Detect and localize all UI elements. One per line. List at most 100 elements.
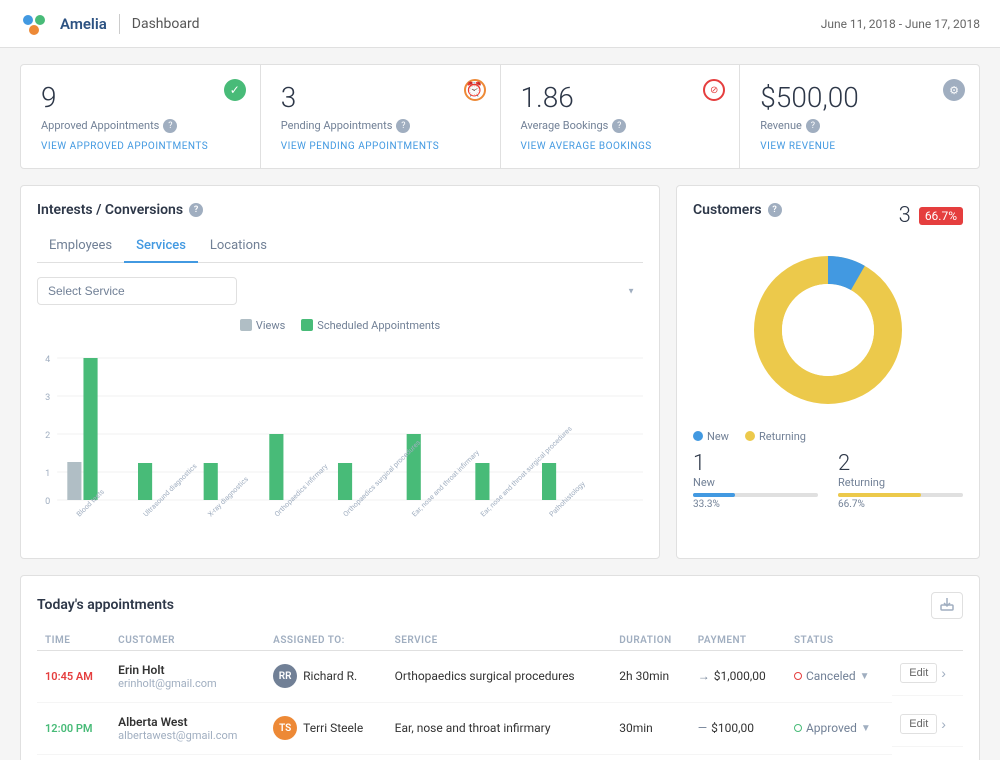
payment-icon: — xyxy=(698,721,707,735)
payment-value: $100,00 xyxy=(711,721,754,735)
select-arrow-icon xyxy=(627,285,635,296)
export-button[interactable] xyxy=(931,592,963,619)
returning-stat: 2 Returning 66.7% xyxy=(838,451,963,510)
pending-label: Pending Appointments ? xyxy=(281,119,480,133)
new-progress-bar xyxy=(693,493,818,497)
new-circle xyxy=(693,431,703,441)
returning-pct: 66.7% xyxy=(838,499,963,510)
returning-label: Returning xyxy=(838,476,963,489)
revenue-help-icon[interactable]: ? xyxy=(806,119,820,133)
returning-count: 2 xyxy=(838,451,963,476)
new-progress-fill xyxy=(693,493,735,497)
status-text: Approved xyxy=(806,721,857,735)
customer-cell: Erin Holt erinholt@gmail.com xyxy=(110,650,265,702)
assigned-avatar: TS xyxy=(273,716,297,740)
new-pct: 33.3% xyxy=(693,499,818,510)
service-select-wrapper: Select Service xyxy=(37,277,643,305)
new-label: New xyxy=(693,476,818,489)
col-customer: CUSTOMER xyxy=(110,631,265,651)
revenue-link[interactable]: VIEW REVENUE xyxy=(760,141,959,152)
col-time: TIME xyxy=(37,631,110,651)
bar-chart: 4 3 2 1 0 xyxy=(37,342,643,522)
customer-stats: 1 New 33.3% 2 Returning 66.7% xyxy=(693,451,963,510)
tab-services[interactable]: Services xyxy=(124,230,198,263)
status-cell: Canceled ▼ xyxy=(786,650,892,702)
interests-panel: Interests / Conversions ? Employees Serv… xyxy=(20,185,660,559)
assigned-name: Richard R. xyxy=(303,669,357,683)
col-assigned: ASSIGNED TO: xyxy=(265,631,387,651)
customer-name: Alberta West xyxy=(118,715,257,729)
service-select[interactable]: Select Service xyxy=(37,277,237,305)
actions-cell: Edit › xyxy=(892,702,963,747)
payment-cell: → $1,000,00 xyxy=(690,650,786,702)
appointments-table: TIME CUSTOMER ASSIGNED TO: SERVICE DURAT… xyxy=(37,631,963,755)
row-arrow-button[interactable]: › xyxy=(941,665,946,681)
assigned-cell: RR Richard R. xyxy=(265,650,387,702)
customer-email: erinholt@gmail.com xyxy=(118,677,257,690)
approved-help-icon[interactable]: ? xyxy=(163,119,177,133)
average-link[interactable]: VIEW AVERAGE BOOKINGS xyxy=(521,141,720,152)
scheduled-dot xyxy=(301,319,313,331)
svg-text:0: 0 xyxy=(45,497,50,507)
table-header: TIME CUSTOMER ASSIGNED TO: SERVICE DURAT… xyxy=(37,631,963,651)
returning-circle xyxy=(745,431,755,441)
amelia-logo xyxy=(20,10,48,38)
interests-title: Interests / Conversions ? xyxy=(37,202,643,218)
new-count: 1 xyxy=(693,451,818,476)
col-payment: PAYMENT xyxy=(690,631,786,651)
approved-icon: ✓ xyxy=(224,79,246,101)
revenue-label: Revenue ? xyxy=(760,119,959,133)
service-cell: Orthopaedics surgical procedures xyxy=(387,650,612,702)
assigned-wrapper: RR Richard R. xyxy=(273,664,379,688)
legend-views: Views xyxy=(240,319,285,332)
col-actions xyxy=(892,631,963,651)
returning-progress-fill xyxy=(838,493,921,497)
pending-link[interactable]: VIEW PENDING APPOINTMENTS xyxy=(281,141,480,152)
status-dot xyxy=(794,672,802,680)
status-dot xyxy=(794,724,802,732)
tab-employees[interactable]: Employees xyxy=(37,230,124,263)
interests-help-icon[interactable]: ? xyxy=(189,203,203,217)
assigned-avatar: RR xyxy=(273,664,297,688)
average-help-icon[interactable]: ? xyxy=(612,119,626,133)
approved-label: Approved Appointments ? xyxy=(41,119,240,133)
donut-chart xyxy=(738,240,918,420)
customers-help-icon[interactable]: ? xyxy=(768,203,782,217)
pending-appointments-stat: ⏰ 3 Pending Appointments ? VIEW PENDING … xyxy=(261,65,501,168)
tab-locations[interactable]: Locations xyxy=(198,230,279,263)
average-label: Average Bookings ? xyxy=(521,119,720,133)
table-row: 12:00 PM Alberta West albertawest@gmail.… xyxy=(37,702,963,754)
status-chevron-icon: ▼ xyxy=(861,723,871,734)
approved-link[interactable]: VIEW APPROVED APPOINTMENTS xyxy=(41,141,240,152)
pending-icon: ⏰ xyxy=(464,79,486,101)
col-status: STATUS xyxy=(786,631,892,651)
approved-appointments-stat: ✓ 9 Approved Appointments ? VIEW APPROVE… xyxy=(21,65,261,168)
status-text: Canceled xyxy=(806,669,856,683)
revenue-icon: ⚙ xyxy=(943,79,965,101)
appointments-title: Today's appointments xyxy=(37,597,174,613)
svg-text:1: 1 xyxy=(45,469,50,479)
row-arrow-button[interactable]: › xyxy=(941,716,946,732)
duration-cell: 30min xyxy=(611,702,690,754)
payment-wrapper: — $100,00 xyxy=(698,721,778,735)
svg-text:3: 3 xyxy=(45,393,50,403)
stats-row: ✓ 9 Approved Appointments ? VIEW APPROVE… xyxy=(20,64,980,169)
edit-button[interactable]: Edit xyxy=(900,714,937,734)
service-cell: Ear, nose and throat infirmary xyxy=(387,702,612,754)
time-cell: 12:00 PM xyxy=(37,702,110,754)
customer-email: albertawest@gmail.com xyxy=(118,729,257,742)
appointments-panel: Today's appointments TIME CUSTOMER ASSIG… xyxy=(20,575,980,760)
header-divider xyxy=(119,14,120,34)
chart-legend: Views Scheduled Appointments xyxy=(37,319,643,332)
payment-icon: → xyxy=(698,669,710,683)
customer-cell: Alberta West albertawest@gmail.com xyxy=(110,702,265,754)
donut-chart-container xyxy=(693,240,963,420)
bottom-panels: Interests / Conversions ? Employees Serv… xyxy=(20,185,980,559)
new-stat: 1 New 33.3% xyxy=(693,451,818,510)
pending-help-icon[interactable]: ? xyxy=(396,119,410,133)
payment-cell: — $100,00 xyxy=(690,702,786,754)
average-value: 1.86 xyxy=(521,81,720,115)
edit-button[interactable]: Edit xyxy=(900,663,937,683)
col-service: SERVICE xyxy=(387,631,612,651)
export-icon xyxy=(940,597,954,611)
